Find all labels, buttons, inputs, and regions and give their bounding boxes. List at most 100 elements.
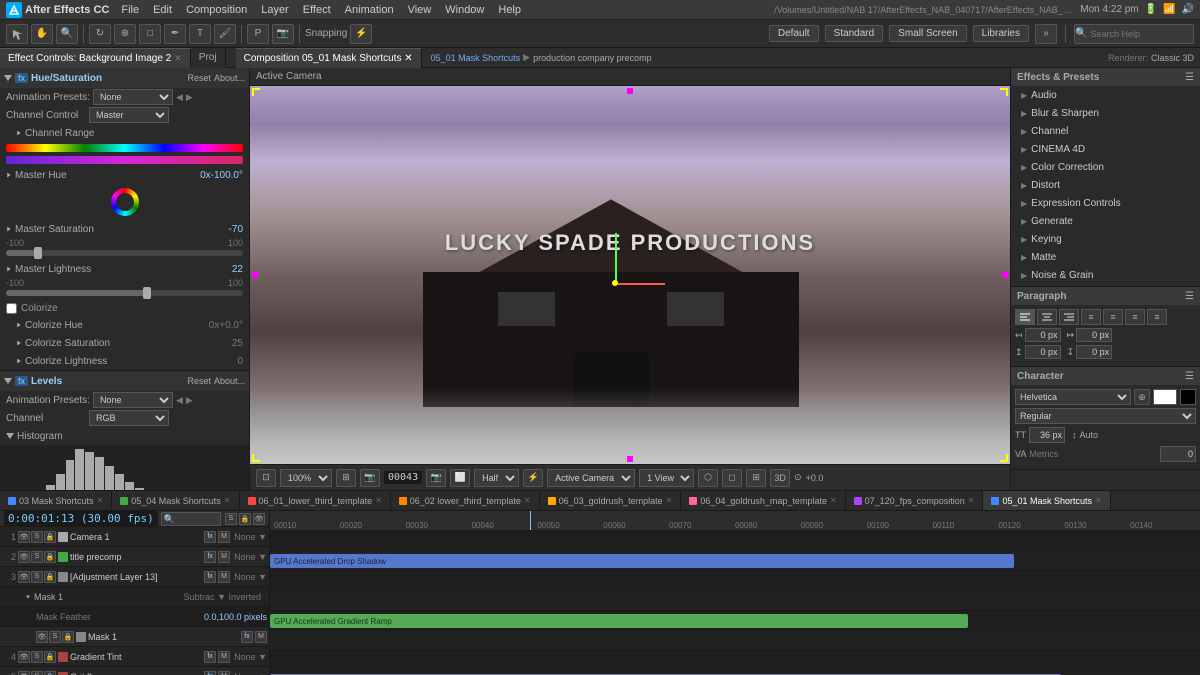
tl-layer-3[interactable]: 👁 S 🔒 Mask 1 fx M [0, 627, 269, 647]
layer-solo-2[interactable]: S [31, 571, 43, 583]
para-align-right-btn[interactable] [1059, 309, 1079, 325]
effects-list-item[interactable]: ▶Expression Controls [1011, 194, 1200, 212]
effect-levels-presets-next[interactable]: ▶ [186, 395, 193, 406]
tl-tab-3[interactable]: 06_02 lower_third_template ✕ [391, 491, 540, 511]
effects-menu-icon[interactable]: ☰ [1185, 72, 1194, 83]
effect-levels-presets-select[interactable]: None [93, 392, 173, 408]
viewer-snapshot-btn[interactable]: 📷 [426, 469, 446, 487]
effect-hs-presets-next[interactable]: ▶ [186, 92, 193, 103]
layer-motion-1[interactable]: M [218, 551, 230, 563]
tl-tab-close-5[interactable]: ✕ [830, 496, 837, 505]
effect-hs-about[interactable]: About... [214, 73, 245, 83]
workspace-default[interactable]: Default [769, 25, 819, 42]
viewer-camera-btn[interactable]: 📷 [360, 469, 380, 487]
layer-eye-2[interactable]: 👁 [18, 571, 30, 583]
tool-text[interactable]: T [189, 24, 211, 44]
effect-hs-presets-prev[interactable]: ◀ [176, 92, 183, 103]
menu-animation[interactable]: Animation [339, 3, 400, 17]
tool-pen[interactable]: ✒ [164, 24, 186, 44]
effect-hs-ml-expand[interactable] [7, 267, 11, 272]
effect-hs-expand[interactable] [4, 75, 12, 81]
effect-hs-presets-select[interactable]: None [93, 89, 173, 105]
menu-composition[interactable]: Composition [180, 3, 253, 17]
snapping-toggle[interactable]: ⚡ [350, 24, 372, 44]
menu-effect[interactable]: Effect [297, 3, 337, 17]
layer-fx-0[interactable]: fx [204, 531, 216, 543]
layer-eye-3[interactable]: 👁 [36, 631, 48, 643]
tl-tab-0[interactable]: 03 Mask Shortcuts ✕ [0, 491, 112, 511]
para-space-after-input[interactable] [1076, 345, 1112, 359]
effects-list-item[interactable]: ▶Matte [1011, 248, 1200, 266]
layer-lock-4[interactable]: 🔒 [44, 651, 56, 663]
layer-solo-1[interactable]: S [31, 551, 43, 563]
layer-motion-5[interactable]: M [218, 671, 230, 675]
effect-hs-channel-range-expand[interactable] [17, 131, 21, 136]
layer-lock-5[interactable]: 🔒 [44, 671, 56, 675]
colorize-sat-value[interactable]: 25 [232, 338, 243, 349]
effects-list-item[interactable]: ▶Color Correction [1011, 158, 1200, 176]
viewer-views-select[interactable]: 1 View [639, 469, 694, 487]
para-indent-left-input[interactable] [1025, 328, 1061, 342]
para-justify-left-btn[interactable]: ≡ [1081, 309, 1101, 325]
tool-select[interactable] [6, 24, 28, 44]
tl-tab-6[interactable]: 07_120_fps_composition ✕ [846, 491, 984, 511]
tl-layer-1[interactable]: 2 👁 S 🔒 title precomp fx M None ▼ [0, 547, 269, 567]
layer-fx-1[interactable]: fx [204, 551, 216, 563]
tl-tab-close-3[interactable]: ✕ [524, 496, 531, 505]
menu-edit[interactable]: Edit [147, 3, 178, 17]
colorize-hue-expand[interactable] [17, 323, 21, 328]
para-align-left-btn[interactable] [1015, 309, 1035, 325]
viewer-fast-preview-btn[interactable]: ⚡ [523, 469, 543, 487]
tl-tab-close-7[interactable]: ✕ [1095, 496, 1102, 505]
layer-eye-5[interactable]: 👁 [18, 671, 30, 675]
tab-project[interactable]: Proj [191, 48, 226, 68]
para-justify-center-btn[interactable]: ≡ [1103, 309, 1123, 325]
tl-playhead[interactable] [530, 511, 531, 530]
paragraph-menu-icon[interactable]: ☰ [1185, 291, 1194, 302]
viewer-region-btn[interactable]: ◻ [722, 469, 742, 487]
tl-tab-2[interactable]: 06_01_lower_third_template ✕ [240, 491, 391, 511]
char-font-select[interactable]: Helvetica [1015, 389, 1131, 405]
tool-puppet[interactable]: P [247, 24, 269, 44]
workspace-standard[interactable]: Standard [825, 25, 884, 42]
master-sat-track[interactable] [6, 250, 243, 256]
tl-tab-7[interactable]: 05_01 Mask Shortcuts ✕ [983, 491, 1110, 511]
breadcrumb-1[interactable]: 05_01 Mask Shortcuts [431, 53, 521, 63]
effects-list-item[interactable]: ▶Noise & Grain [1011, 266, 1200, 284]
menu-window[interactable]: Window [439, 3, 490, 17]
master-light-thumb[interactable] [143, 287, 151, 299]
tl-layer-5[interactable]: 5 👁 S 🔒 Grit 3 fx M None ▼ [0, 667, 269, 675]
workspace-libraries[interactable]: Libraries [973, 25, 1029, 42]
tl-tab-1[interactable]: 05_04 Mask Shortcuts ✕ [112, 491, 239, 511]
effect-hs-ml-value[interactable]: 22 [232, 264, 243, 275]
layer-motion-0[interactable]: M [218, 531, 230, 543]
effect-levels-about[interactable]: About... [214, 376, 245, 386]
layer-lock-3[interactable]: 🔒 [62, 631, 74, 643]
para-align-center-btn[interactable] [1037, 309, 1057, 325]
layer-lock-1[interactable]: 🔒 [44, 551, 56, 563]
layer-solo-4[interactable]: S [31, 651, 43, 663]
master-sat-thumb[interactable] [34, 247, 42, 259]
layer-fx-3[interactable]: fx [241, 631, 253, 643]
tl-layer-4[interactable]: 4 👁 S 🔒 Gradient Tint fx M None ▼ [0, 647, 269, 667]
char-tracking-input[interactable] [1160, 446, 1196, 462]
layer-fx-4[interactable]: fx [204, 651, 216, 663]
layer-eye-1[interactable]: 👁 [18, 551, 30, 563]
tl-tab-close-4[interactable]: ✕ [666, 496, 673, 505]
effect-hs-reset[interactable]: Reset [187, 73, 211, 83]
tl-shy-btn[interactable]: 👁 [253, 513, 265, 525]
effects-list-item[interactable]: ▶Distort [1011, 176, 1200, 194]
mask-expand[interactable] [26, 595, 30, 598]
tool-anchor[interactable]: ⊕ [114, 24, 136, 44]
tl-tab-close-0[interactable]: ✕ [97, 496, 104, 505]
char-style-select[interactable]: Regular [1015, 408, 1196, 424]
tool-hand[interactable]: ✋ [31, 24, 53, 44]
colorize-hue-value[interactable]: 0x+0.0° [209, 320, 243, 331]
tool-rotate[interactable]: ↻ [89, 24, 111, 44]
effect-hs-ms-expand[interactable] [7, 227, 11, 232]
layer-lock-0[interactable]: 🔒 [44, 531, 56, 543]
layer-solo-5[interactable]: S [31, 671, 43, 675]
hue-wheel[interactable] [111, 188, 139, 216]
layer-solo-0[interactable]: S [31, 531, 43, 543]
viewer-grid-overlay-btn[interactable]: ⊞ [746, 469, 766, 487]
